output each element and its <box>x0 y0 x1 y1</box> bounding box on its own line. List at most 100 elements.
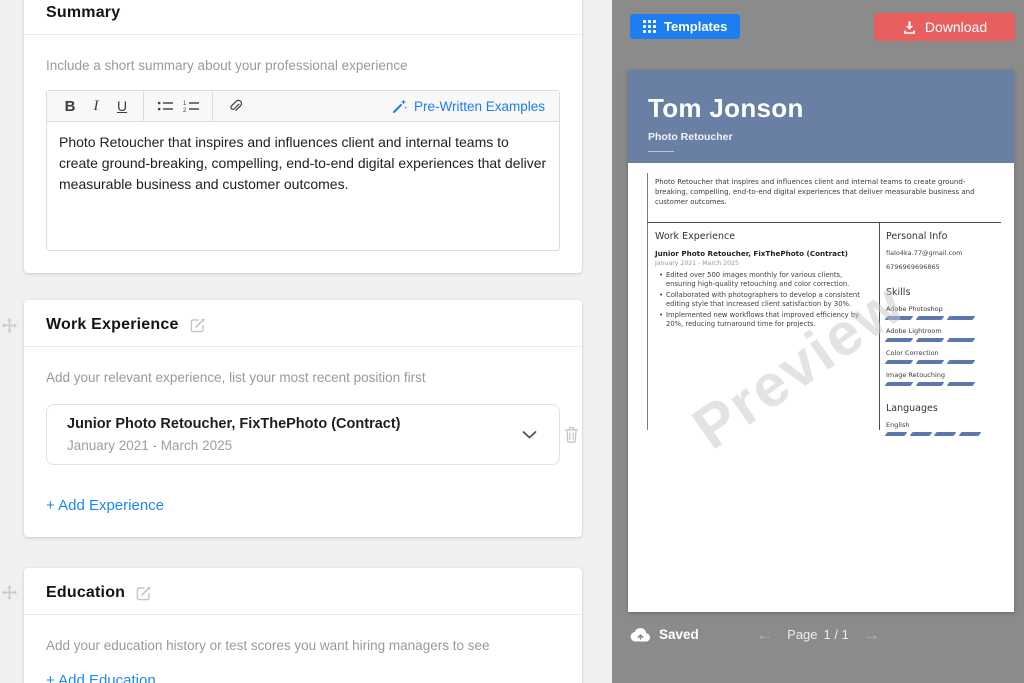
resume-bullet: Collaborated with photographers to devel… <box>659 291 867 309</box>
resume-body: Photo Retoucher that inspires and influe… <box>628 163 1014 612</box>
edit-pencil-icon[interactable] <box>189 317 206 334</box>
summary-editor: B I U 12 Pre-Written Examples Photo Reto… <box>46 90 560 251</box>
preview-statusbar: Saved ← Page 1 / 1 → <box>612 612 1024 656</box>
resume-preview-page[interactable]: Tom Jonson Photo Retoucher Photo Retouch… <box>628 70 1014 612</box>
toolbar-separator <box>212 91 213 121</box>
resume-skill-name: Image Retouching <box>886 371 946 379</box>
svg-text:1: 1 <box>183 101 187 107</box>
prewritten-examples-button[interactable]: Pre-Written Examples <box>392 98 549 114</box>
italic-button[interactable]: I <box>83 94 109 118</box>
page-value: 1 / 1 <box>823 626 849 642</box>
resume-summary-divider <box>647 222 1001 223</box>
skill-bar-segment <box>909 432 932 436</box>
prewritten-examples-label: Pre-Written Examples <box>413 98 545 114</box>
experience-item-title: Junior Photo Retoucher, FixThePhoto (Con… <box>67 416 401 432</box>
resume-skills-list: Adobe Photoshop Adobe Lightroom Color Corr… <box>884 305 1004 386</box>
resume-skill-bars <box>884 432 1004 436</box>
page-label: Page <box>787 626 818 642</box>
skill-bar-segment <box>915 360 945 364</box>
work-section-title: Work Experience <box>46 316 179 333</box>
resume-skill-bars <box>884 360 1004 364</box>
resume-languages-list: English <box>884 421 1004 436</box>
education-section: Education Add your education history or … <box>24 568 582 683</box>
download-button[interactable]: Download <box>874 13 1015 41</box>
experience-item-wrap: Junior Photo Retoucher, FixThePhoto (Con… <box>46 404 579 465</box>
resume-right-column: Personal Info fialo4ka.77@gmail.com 6796… <box>884 231 1004 443</box>
add-experience-button[interactable]: + Add Experience <box>46 497 164 514</box>
chevron-down-icon[interactable] <box>522 430 537 439</box>
resume-email: fialo4ka.77@gmail.com <box>886 249 963 257</box>
education-section-body: Add your education history or test score… <box>24 637 582 683</box>
templates-button-label: Templates <box>664 19 728 34</box>
resume-work-bullets: Edited over 500 images monthly for vario… <box>655 271 867 329</box>
resume-skill-bars <box>884 338 1004 342</box>
skill-bar-segment <box>884 360 914 364</box>
education-section-header: Education <box>24 568 582 615</box>
skill-bar-segment <box>915 382 945 386</box>
skill-bar-segment <box>946 338 976 342</box>
skill-bar-segment <box>933 432 956 436</box>
edit-pencil-icon[interactable] <box>135 585 152 602</box>
move-icon <box>2 318 17 333</box>
resume-summary-text: Photo Retoucher that inspires and influe… <box>655 178 975 206</box>
resume-skill-bars <box>884 316 1004 320</box>
pagination: ← Page 1 / 1 → <box>612 626 1024 643</box>
skill-bar-segment <box>884 338 914 342</box>
underline-button[interactable]: U <box>109 94 135 118</box>
resume-skill-name: Color Correction <box>886 349 939 357</box>
resume-name: Tom Jonson <box>648 93 804 123</box>
svg-text:2: 2 <box>183 108 187 113</box>
skill-bar-segment <box>915 316 945 320</box>
resume-column-divider <box>879 222 880 430</box>
skill-bar-segment <box>884 316 914 320</box>
bold-button[interactable]: B <box>57 94 83 118</box>
skill-bar-segment <box>884 432 907 436</box>
skill-bar-segment <box>946 360 976 364</box>
magic-wand-icon <box>392 98 408 114</box>
resume-skill-name: Adobe Lightroom <box>886 327 942 335</box>
resume-skill-item: Adobe Photoshop <box>884 305 1004 320</box>
resume-skill-name: Adobe Photoshop <box>886 305 943 313</box>
resume-skill-item: Image Retouching <box>884 371 1004 386</box>
resume-skills-heading: Skills <box>886 287 911 298</box>
work-section-header: Work Experience <box>24 300 582 347</box>
resume-left-column: Work Experience Junior Photo Retoucher, … <box>655 231 867 331</box>
numbered-list-icon: 12 <box>183 99 200 113</box>
add-education-button[interactable]: + Add Education <box>46 672 156 683</box>
bullet-list-icon <box>157 99 174 113</box>
summary-hint: Include a short summary about your profe… <box>46 58 408 73</box>
resume-skill-item: Color Correction <box>884 349 1004 364</box>
education-section-title: Education <box>46 584 126 601</box>
resume-bullet: Edited over 500 images monthly for vario… <box>659 271 867 289</box>
trash-icon[interactable] <box>564 426 579 444</box>
link-button[interactable] <box>221 94 247 118</box>
summary-section: Summary Include a short summary about yo… <box>24 0 582 273</box>
skill-bar-segment <box>946 316 976 320</box>
resume-left-rule <box>647 173 648 430</box>
summary-text-input[interactable]: Photo Retoucher that inspires and influe… <box>47 122 559 250</box>
skill-bar-segment <box>946 382 976 386</box>
page-indicator: Page 1 / 1 <box>787 627 849 642</box>
work-hint: Add your relevant experience, list your … <box>46 370 426 385</box>
next-page-arrow[interactable]: → <box>863 626 880 643</box>
prev-page-arrow[interactable]: ← <box>756 626 773 643</box>
experience-item-dates: January 2021 - March 2025 <box>67 438 233 453</box>
templates-button[interactable]: Templates <box>630 14 741 39</box>
education-section-drag-handle[interactable] <box>2 585 17 600</box>
summary-title: Summary <box>46 4 121 21</box>
resume-personal-info-heading: Personal Info <box>886 231 948 242</box>
job-title-underline <box>648 151 674 152</box>
preview-panel: Templates Download Tom Jonson Photo Reto… <box>612 0 1024 683</box>
skill-bar-segment <box>884 382 914 386</box>
summary-editor-toolbar: B I U 12 Pre-Written Examples <box>47 91 559 122</box>
bullet-list-button[interactable] <box>152 94 178 118</box>
experience-item[interactable]: Junior Photo Retoucher, FixThePhoto (Con… <box>46 404 560 465</box>
resume-work-dates: January 2021 - March 2025 <box>655 260 739 267</box>
work-section-body: Add your relevant experience, list your … <box>24 369 582 537</box>
resume-header: Tom Jonson Photo Retoucher <box>628 70 1014 163</box>
resume-skill-item: Adobe Lightroom <box>884 327 1004 342</box>
resume-skill-bars <box>884 382 1004 386</box>
resume-job-title: Photo Retoucher <box>648 131 733 143</box>
numbered-list-button[interactable]: 12 <box>178 94 204 118</box>
work-section-drag-handle[interactable] <box>2 318 17 333</box>
